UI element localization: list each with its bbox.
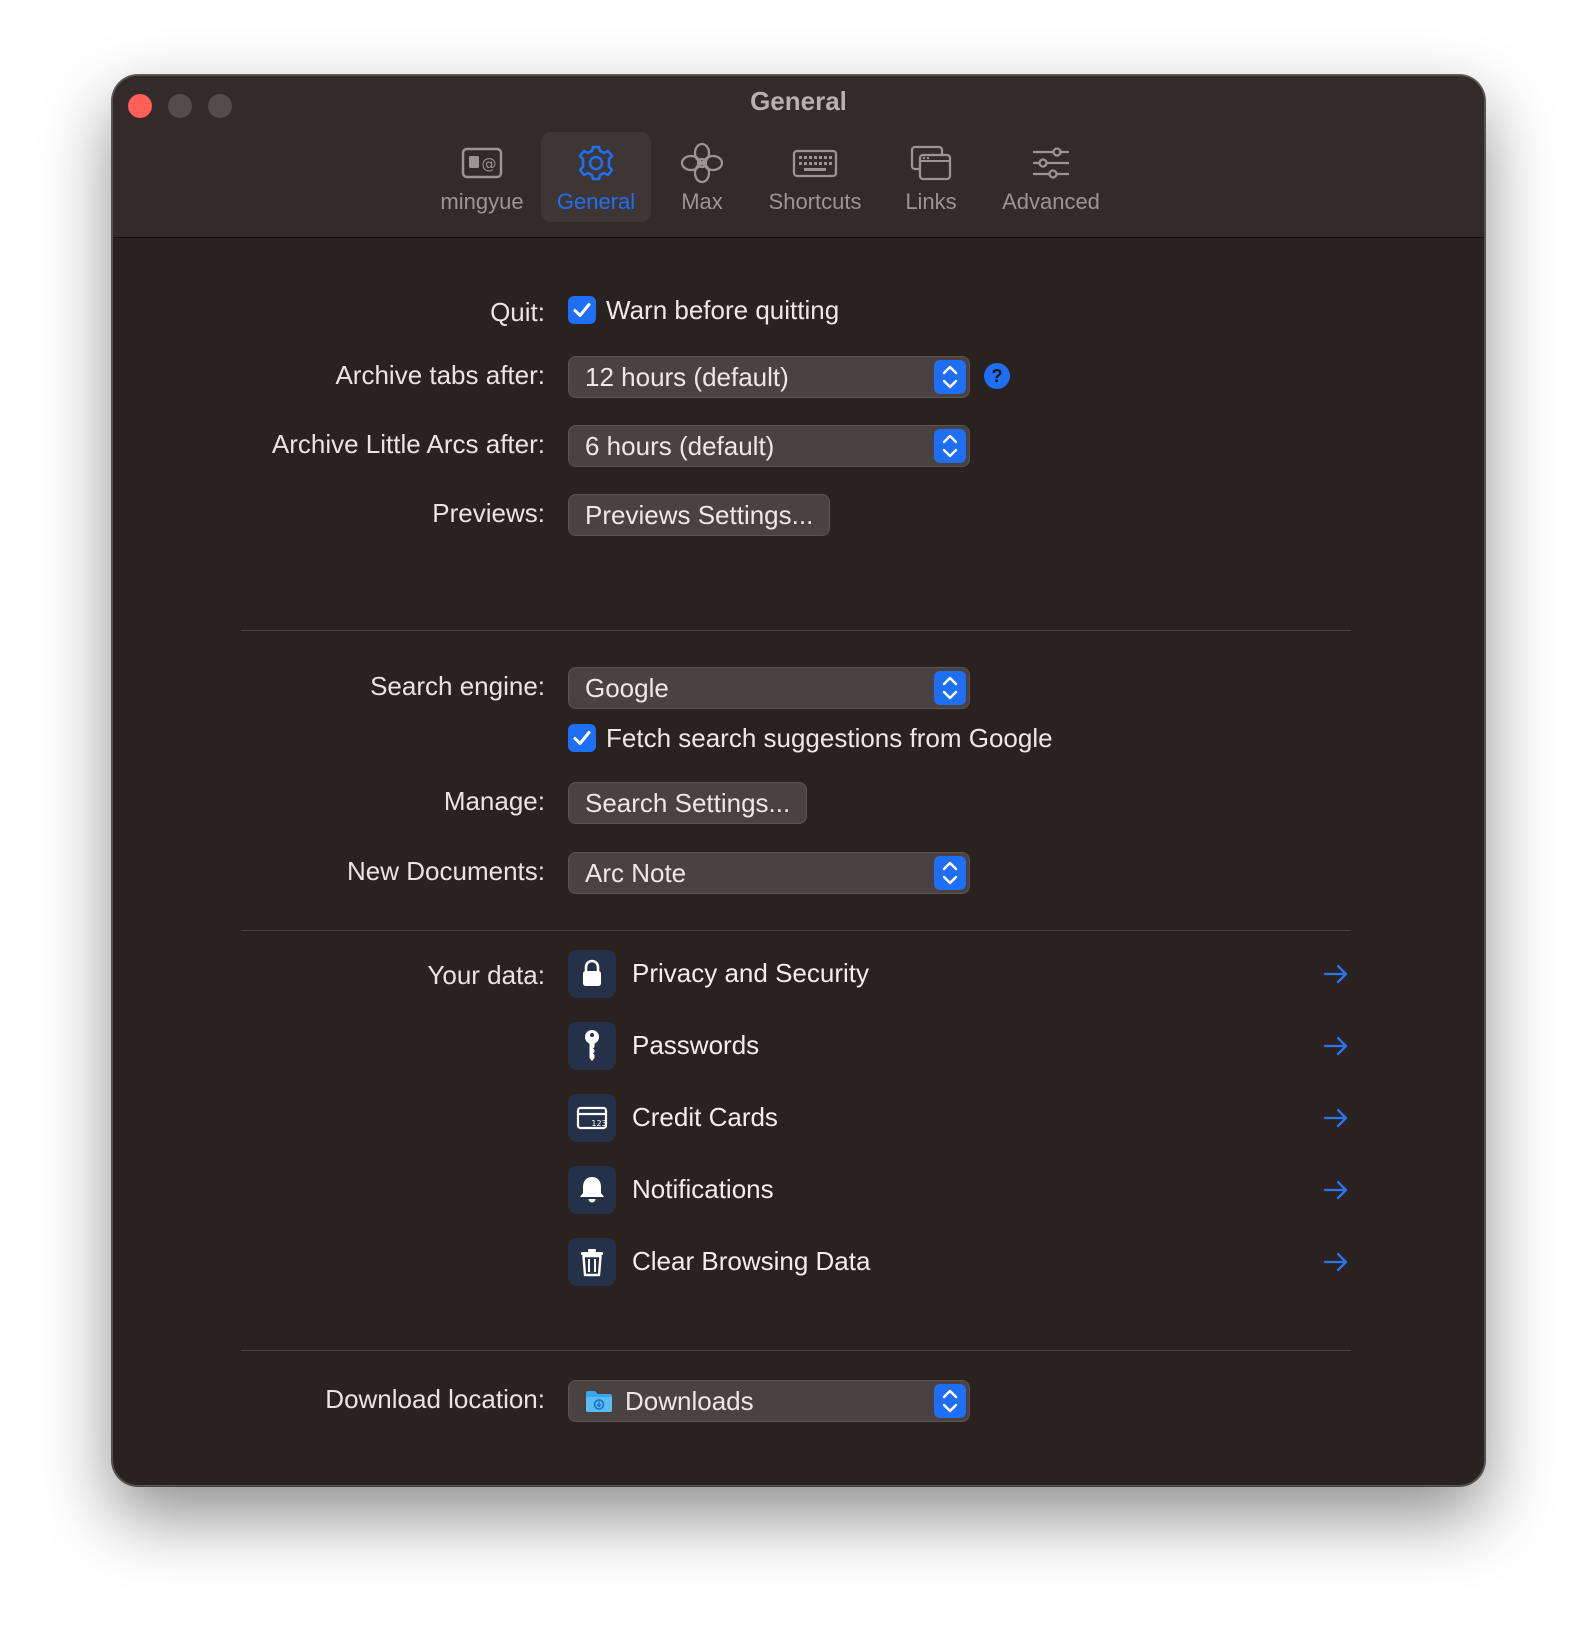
checkmark-icon: [573, 731, 591, 745]
fetch-suggestions-label: Fetch search suggestions from Google: [606, 723, 1053, 753]
flower-icon: [680, 142, 724, 184]
privacy-and-security-row[interactable]: Privacy and Security: [568, 950, 1358, 998]
credit-cards-label: Credit Cards: [632, 1102, 778, 1132]
credit-card-icon: 123: [568, 1094, 616, 1142]
tab-label: Shortcuts: [768, 189, 862, 214]
preferences-tabs: @ mingyue General Max Shortcuts Links Ad…: [113, 132, 1484, 228]
archive-tabs-value: 12 hours (default): [585, 362, 789, 392]
tab-advanced[interactable]: Advanced: [985, 132, 1117, 222]
warn-before-quitting-checkbox[interactable]: [568, 296, 596, 324]
archive-tabs-label: Archive tabs after:: [335, 360, 545, 390]
clear-browsing-data-label: Clear Browsing Data: [632, 1246, 871, 1276]
sliders-icon: [1033, 147, 1069, 179]
downloads-folder-icon: [586, 1391, 612, 1412]
manage-label: Manage:: [443, 786, 545, 816]
fetch-suggestions-checkbox[interactable]: [568, 724, 596, 752]
windows-icon: [910, 145, 952, 181]
settings-window: General @ mingyue General Max Shortcuts …: [112, 75, 1485, 1486]
search-settings-button-label: Search Settings...: [585, 788, 791, 818]
general-settings-pane: Quit: Warn before quitting Archive tabs …: [113, 238, 1484, 1485]
passwords-label: Passwords: [632, 1030, 760, 1060]
arrow-right-icon: [1323, 1108, 1348, 1128]
privacy-and-security-label: Privacy and Security: [632, 958, 869, 988]
section-divider: [241, 1350, 1351, 1351]
bell-icon: [568, 1166, 616, 1214]
passwords-row[interactable]: Passwords: [568, 1022, 1358, 1070]
previews-label: Previews:: [432, 498, 545, 528]
tab-links[interactable]: Links: [885, 132, 977, 222]
tab-label: General: [556, 189, 636, 214]
clear-browsing-data-row[interactable]: Clear Browsing Data: [568, 1238, 1358, 1286]
quit-label: Quit:: [490, 297, 545, 327]
titlebar: General @ mingyue General Max Shortcuts …: [113, 76, 1484, 238]
new-documents-value: Arc Note: [585, 858, 687, 888]
help-button[interactable]: ?: [984, 363, 1010, 389]
lock-icon: [568, 950, 616, 998]
tab-max[interactable]: Max: [659, 132, 745, 222]
previews-settings-button-label: Previews Settings...: [585, 500, 814, 530]
tab-label: mingyue: [440, 189, 524, 214]
chevron-up-down-icon: [934, 671, 966, 705]
search-settings-button[interactable]: Search Settings...: [568, 782, 808, 824]
section-divider: [241, 630, 1351, 631]
tab-label: Advanced: [1002, 189, 1100, 214]
search-engine-label: Search engine:: [370, 671, 545, 701]
archive-little-arcs-label: Archive Little Arcs after:: [271, 429, 545, 459]
arrow-right-icon: [1323, 964, 1348, 984]
tab-mingyue[interactable]: @ mingyue: [431, 132, 533, 222]
download-location-value: Downloads: [625, 1386, 754, 1416]
chevron-up-down-icon: [934, 360, 966, 394]
notifications-row[interactable]: Notifications: [568, 1166, 1358, 1214]
download-location-label: Download location:: [325, 1384, 545, 1414]
checkmark-icon: [573, 303, 591, 317]
chevron-up-down-icon: [934, 1384, 966, 1418]
tab-label: Links: [905, 189, 957, 214]
warn-before-quitting-label: Warn before quitting: [606, 295, 840, 325]
archive-little-arcs-value: 6 hours (default): [585, 431, 775, 461]
tab-label: Max: [681, 189, 723, 214]
keyboard-icon: [792, 149, 838, 178]
trash-icon: [568, 1238, 616, 1286]
search-engine-value: Google: [585, 673, 669, 703]
section-divider: [241, 930, 1351, 931]
download-location-select[interactable]: Downloads: [568, 1380, 970, 1422]
window-title: General: [750, 86, 847, 116]
new-documents-label: New Documents:: [347, 856, 545, 886]
arrow-right-icon: [1323, 1036, 1348, 1056]
archive-little-arcs-select[interactable]: 6 hours (default): [568, 425, 970, 467]
your-data-label: Your data:: [427, 960, 545, 990]
search-engine-select[interactable]: Google: [568, 667, 970, 709]
key-icon: [568, 1022, 616, 1070]
chevron-up-down-icon: [934, 429, 966, 463]
tab-shortcuts[interactable]: Shortcuts: [753, 132, 877, 222]
svg-text:@: @: [482, 155, 497, 173]
previews-settings-button[interactable]: Previews Settings...: [568, 494, 831, 536]
chevron-up-down-icon: [934, 856, 966, 890]
new-documents-select[interactable]: Arc Note: [568, 852, 970, 894]
notifications-label: Notifications: [632, 1174, 774, 1204]
arrow-right-icon: [1323, 1180, 1348, 1200]
archive-tabs-select[interactable]: 12 hours (default): [568, 356, 970, 398]
contact-card-icon: @: [461, 147, 503, 179]
svg-text:123: 123: [591, 1119, 606, 1128]
gear-icon: [578, 145, 614, 181]
tab-general[interactable]: General: [541, 132, 651, 222]
arrow-right-icon: [1323, 1252, 1348, 1272]
credit-cards-row[interactable]: 123 Credit Cards: [568, 1094, 1358, 1142]
